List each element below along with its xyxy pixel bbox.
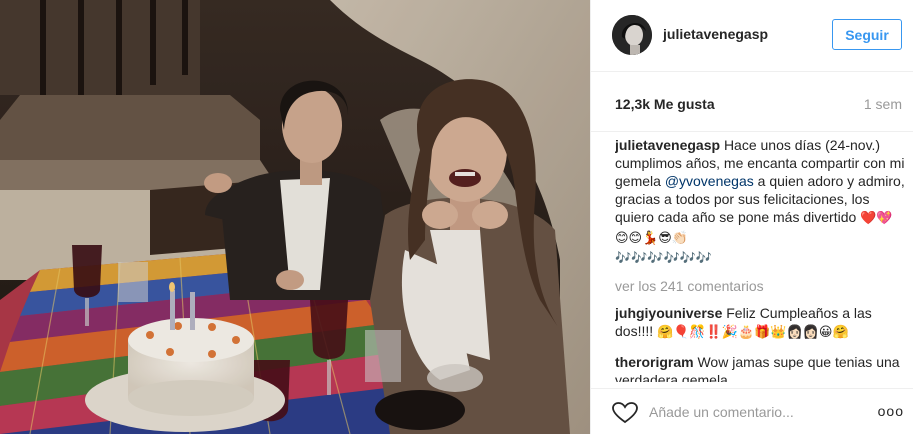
comment-emojis: 🤗🎈🎊‼️🎉🎂🎁👑👩🏻👩🏻😀🤗 xyxy=(657,325,849,340)
likes-row: 12,3k Me gusta 1 sem xyxy=(591,72,913,132)
post-time[interactable]: 1 sem xyxy=(864,96,902,112)
post-photo[interactable] xyxy=(0,0,590,434)
caption-username[interactable]: julietavenegasp xyxy=(615,137,720,153)
post-side-panel: julietavenegasp Seguir 12,3k Me gusta 1 … xyxy=(590,0,913,434)
follow-button[interactable]: Seguir xyxy=(832,19,902,50)
post-author-username[interactable]: julietavenegasp xyxy=(663,26,768,42)
caption-mention[interactable]: @yvovenegas xyxy=(665,173,754,189)
view-all-comments-link[interactable]: ver los 241 comentarios xyxy=(615,277,905,295)
post-header: julietavenegasp Seguir xyxy=(591,0,913,72)
comment-footer: ooo xyxy=(591,388,913,434)
avatar[interactable] xyxy=(612,15,652,55)
avatar-image-icon xyxy=(612,15,652,55)
list-item: therorigram Wow jamas supe que tenias un… xyxy=(615,353,905,382)
comment-username[interactable]: therorigram xyxy=(615,354,694,370)
heart-outline-icon[interactable] xyxy=(612,402,638,424)
more-options-icon[interactable]: ooo xyxy=(878,403,904,419)
list-item: juhgiyouniverse Feliz Cumpleaños a las d… xyxy=(615,304,905,342)
caption: julietavenegasp Hace unos días (24-nov.)… xyxy=(615,136,905,268)
likes-count[interactable]: 12,3k Me gusta xyxy=(615,96,715,112)
comments-section: julietavenegasp Hace unos días (24-nov.)… xyxy=(615,136,905,382)
instagram-post: julietavenegasp Seguir 12,3k Me gusta 1 … xyxy=(0,0,913,434)
birthday-photo xyxy=(0,0,590,434)
caption-notes: 🎶🎶🎶🎶🎶🎶 xyxy=(615,251,713,266)
comment-username[interactable]: juhgiyouniverse xyxy=(615,305,722,321)
comment-input[interactable] xyxy=(649,401,859,423)
